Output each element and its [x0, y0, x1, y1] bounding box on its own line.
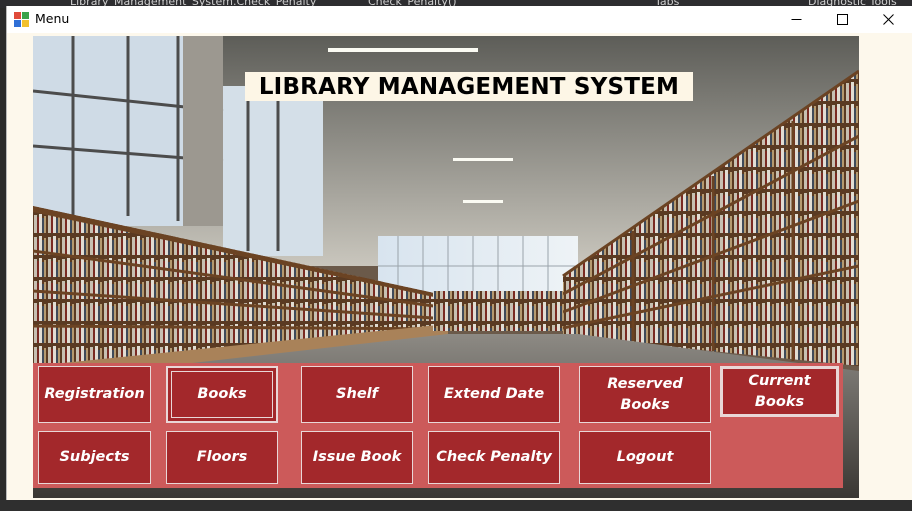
minimize-icon	[791, 19, 801, 20]
shelf-button[interactable]: Shelf	[301, 366, 413, 423]
books-button[interactable]: Books	[166, 366, 278, 423]
minimize-button[interactable]	[773, 6, 819, 33]
menu-button-panel: Registration Books Shelf Extend Date Res…	[33, 363, 843, 488]
close-icon	[882, 14, 894, 25]
maximize-icon	[836, 14, 848, 25]
page-title: LIBRARY MANAGEMENT SYSTEM	[245, 72, 693, 101]
title-bar[interactable]: Menu	[7, 6, 912, 33]
logout-button[interactable]: Logout	[579, 431, 711, 484]
extend-date-button[interactable]: Extend Date	[428, 366, 560, 423]
reserved-books-button[interactable]: Reserved Books	[579, 366, 711, 423]
taskbar-strip	[0, 500, 912, 511]
floors-button[interactable]: Floors	[166, 431, 278, 484]
app-icon	[14, 12, 29, 27]
current-books-button[interactable]: Current Books	[720, 366, 839, 417]
check-penalty-button[interactable]: Check Penalty	[428, 431, 560, 484]
window-title: Menu	[35, 11, 70, 26]
close-button[interactable]	[865, 6, 911, 33]
menu-window: Menu LIBRARY MANAGEMENT SYSTEM Registrat…	[6, 6, 912, 500]
issue-book-button[interactable]: Issue Book	[301, 431, 413, 484]
subjects-button[interactable]: Subjects	[38, 431, 151, 484]
maximize-button[interactable]	[819, 6, 865, 33]
library-image-panel: LIBRARY MANAGEMENT SYSTEM Registration B…	[33, 36, 859, 498]
registration-button[interactable]: Registration	[38, 366, 151, 423]
